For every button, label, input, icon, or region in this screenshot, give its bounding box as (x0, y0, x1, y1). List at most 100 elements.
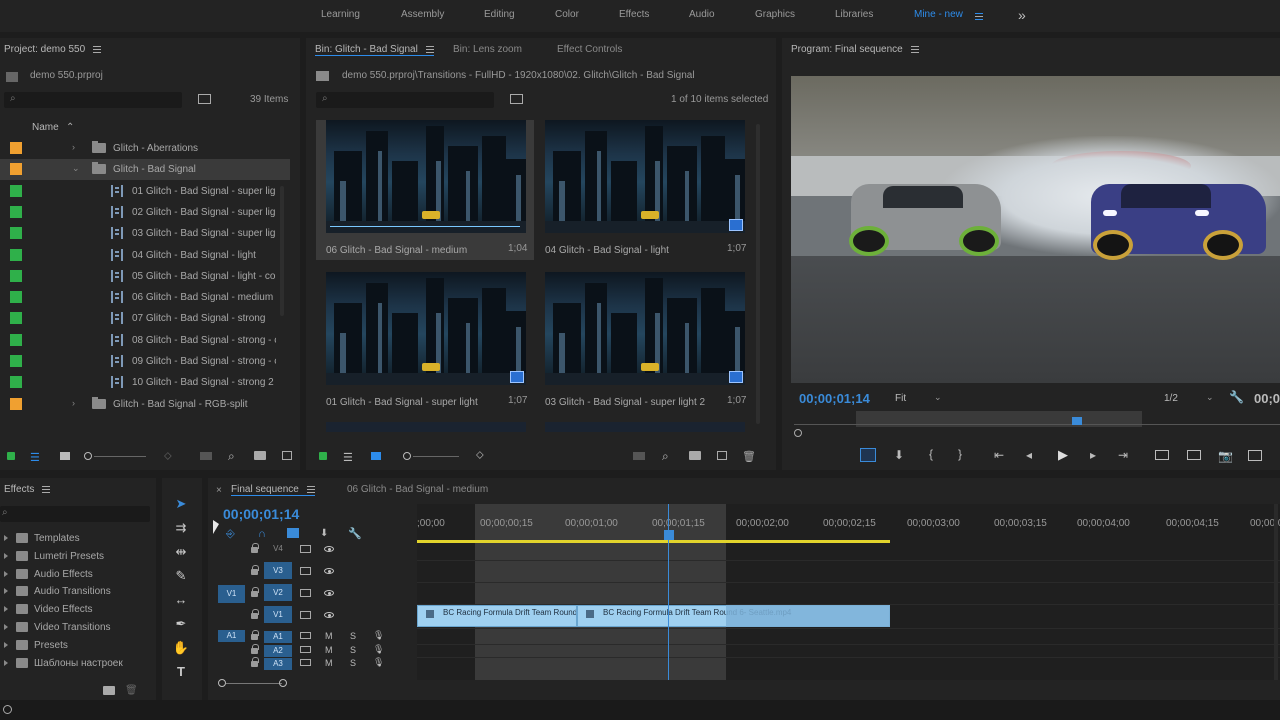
track-target-a3[interactable]: A3 (264, 658, 292, 670)
trash-icon[interactable]: 🗑 (125, 685, 138, 696)
track-lock-icon[interactable] (251, 657, 259, 667)
project-row[interactable]: ⌄ Glitch - Bad Signal (0, 159, 290, 181)
label-color-swatch[interactable] (10, 269, 22, 282)
zoom-slider-track[interactable] (94, 456, 146, 457)
track-lock-icon[interactable] (251, 543, 259, 553)
zoom-handle[interactable] (794, 429, 802, 437)
effects-bin-label[interactable]: Lumetri Presets (34, 551, 104, 562)
lock-icon[interactable] (7, 452, 15, 460)
track-lock-icon[interactable] (251, 630, 259, 640)
workspace-graphics[interactable]: Graphics (755, 9, 795, 20)
effects-bin-label[interactable]: Presets (34, 640, 68, 651)
bin-scrollbar[interactable] (756, 124, 760, 424)
new-bin-icon[interactable] (254, 451, 266, 460)
tab-effect-controls[interactable]: Effect Controls (557, 44, 622, 55)
workspace-learning[interactable]: Learning (321, 9, 360, 20)
icon-view-icon[interactable] (60, 452, 70, 460)
column-header-name[interactable]: Name (32, 122, 59, 133)
chevron-right-icon[interactable] (4, 588, 8, 595)
effects-bin-label[interactable]: Шаблоны настроек (34, 658, 123, 669)
bin-thumbnail[interactable] (326, 272, 526, 385)
playback-resolution-select[interactable]: 1/2 (1164, 393, 1178, 404)
nest-toggle-icon[interactable]: ⎆ (226, 528, 235, 541)
microphone-icon[interactable]: 🎙 (373, 630, 384, 641)
sort-ascending-icon[interactable]: ⌃ (66, 122, 74, 133)
sync-lock-icon[interactable] (300, 545, 311, 553)
selection-tool-icon[interactable]: ➤ (172, 496, 190, 512)
project-row[interactable]: 06 Glitch - Bad Signal - medium (0, 287, 290, 308)
workspace-libraries[interactable]: Libraries (835, 9, 873, 20)
workspace-mine-new[interactable]: Mine - new (914, 9, 963, 20)
track-lock-icon[interactable] (251, 644, 259, 654)
source-patch-v1[interactable]: V1 (218, 585, 245, 603)
icon-view-icon[interactable] (371, 452, 381, 460)
lift-icon[interactable] (1155, 450, 1169, 460)
ripple-edit-tool-icon[interactable]: ⇹ (172, 544, 190, 560)
tab-final-sequence[interactable]: Final sequence (231, 484, 315, 496)
chevron-right-icon[interactable] (4, 552, 8, 559)
wrench-icon[interactable]: 🔧 (1229, 390, 1244, 404)
sync-lock-icon[interactable] (300, 632, 311, 639)
solo-button[interactable]: S (350, 645, 356, 655)
workspace-effects[interactable]: Effects (619, 9, 649, 20)
folder-up-icon[interactable] (316, 71, 329, 81)
sync-lock-icon[interactable] (300, 611, 311, 619)
effects-bin-label[interactable]: Video Effects (34, 604, 93, 615)
slip-tool-icon[interactable]: ↔ (172, 592, 190, 607)
project-tab-menu-icon[interactable] (93, 45, 102, 53)
workspace-editing[interactable]: Editing (484, 9, 515, 20)
new-custom-bin-icon[interactable] (103, 686, 115, 695)
solo-button[interactable]: S (350, 631, 356, 641)
zoom-slider-handle[interactable] (403, 452, 411, 460)
eye-icon[interactable] (324, 612, 334, 618)
label-color-swatch[interactable] (10, 205, 22, 218)
go-to-out-icon[interactable]: ⇥ (1118, 448, 1128, 462)
zoom-level-select[interactable]: Fit (895, 393, 906, 404)
trash-icon[interactable]: 🗑 (742, 450, 756, 463)
automate-to-sequence-icon[interactable] (200, 452, 212, 460)
chevron-right-icon[interactable]: › (72, 142, 75, 152)
microphone-icon[interactable]: 🎙 (373, 657, 384, 668)
project-row[interactable]: › Glitch - Bad Signal - RGB-split (0, 394, 290, 415)
zoom-handle-left[interactable] (218, 679, 226, 687)
track-target-v3[interactable]: V3 (264, 562, 292, 579)
add-marker-icon[interactable]: ⬇ (320, 528, 328, 539)
timeline-clip-1[interactable]: BC Racing Formula Drift Team Round 6- Se… (417, 605, 577, 627)
eye-icon[interactable] (324, 546, 334, 552)
solo-button[interactable]: S (350, 658, 356, 668)
mute-button[interactable]: M (325, 658, 333, 668)
program-tab[interactable]: Program: Final sequence (791, 44, 919, 55)
play-icon[interactable]: ▶ (1058, 447, 1068, 463)
project-scrollbar[interactable] (280, 186, 284, 316)
chevron-down-icon[interactable]: ⌄ (934, 392, 942, 403)
timeline-zoom-bar[interactable] (226, 683, 282, 684)
project-row[interactable]: › Glitch - Aberrations (0, 138, 290, 159)
workspace-assembly[interactable]: Assembly (401, 9, 444, 20)
bin-thumbnail[interactable] (326, 422, 526, 432)
mark-out-icon[interactable]: } (958, 447, 962, 461)
effects-bin-label[interactable]: Audio Transitions (34, 586, 111, 597)
project-row[interactable]: 04 Glitch - Bad Signal - light (0, 245, 290, 266)
program-video-frame[interactable] (791, 76, 1280, 383)
new-bin-from-search-icon[interactable] (510, 94, 523, 104)
timeline-playhead-handle[interactable] (664, 530, 674, 540)
sync-lock-icon[interactable] (300, 589, 311, 597)
mark-in-icon[interactable]: { (929, 447, 933, 461)
workspace-menu-icon[interactable] (975, 11, 983, 22)
step-forward-icon[interactable]: ▸ (1090, 448, 1096, 462)
effects-tab[interactable]: Effects (4, 484, 51, 495)
track-lock-icon[interactable] (251, 609, 259, 619)
bin-tab-menu-icon[interactable] (425, 45, 434, 53)
chevron-right-icon[interactable]: › (72, 398, 75, 408)
sync-lock-icon[interactable] (300, 659, 311, 666)
label-color-swatch[interactable] (10, 227, 22, 240)
project-row[interactable]: 05 Glitch - Bad Signal - light - color (0, 266, 290, 287)
program-tab-menu-icon[interactable] (910, 45, 919, 53)
tab-bin-lens-zoom[interactable]: Bin: Lens zoom (453, 44, 522, 55)
track-target-v1[interactable]: V1 (264, 606, 292, 623)
track-lock-icon[interactable] (251, 587, 259, 597)
chevron-right-icon[interactable] (4, 659, 8, 666)
new-item-icon[interactable] (282, 451, 292, 460)
project-search-input[interactable]: ⌕ (4, 92, 182, 108)
project-row[interactable]: 10 Glitch - Bad Signal - strong 2 (0, 372, 290, 393)
